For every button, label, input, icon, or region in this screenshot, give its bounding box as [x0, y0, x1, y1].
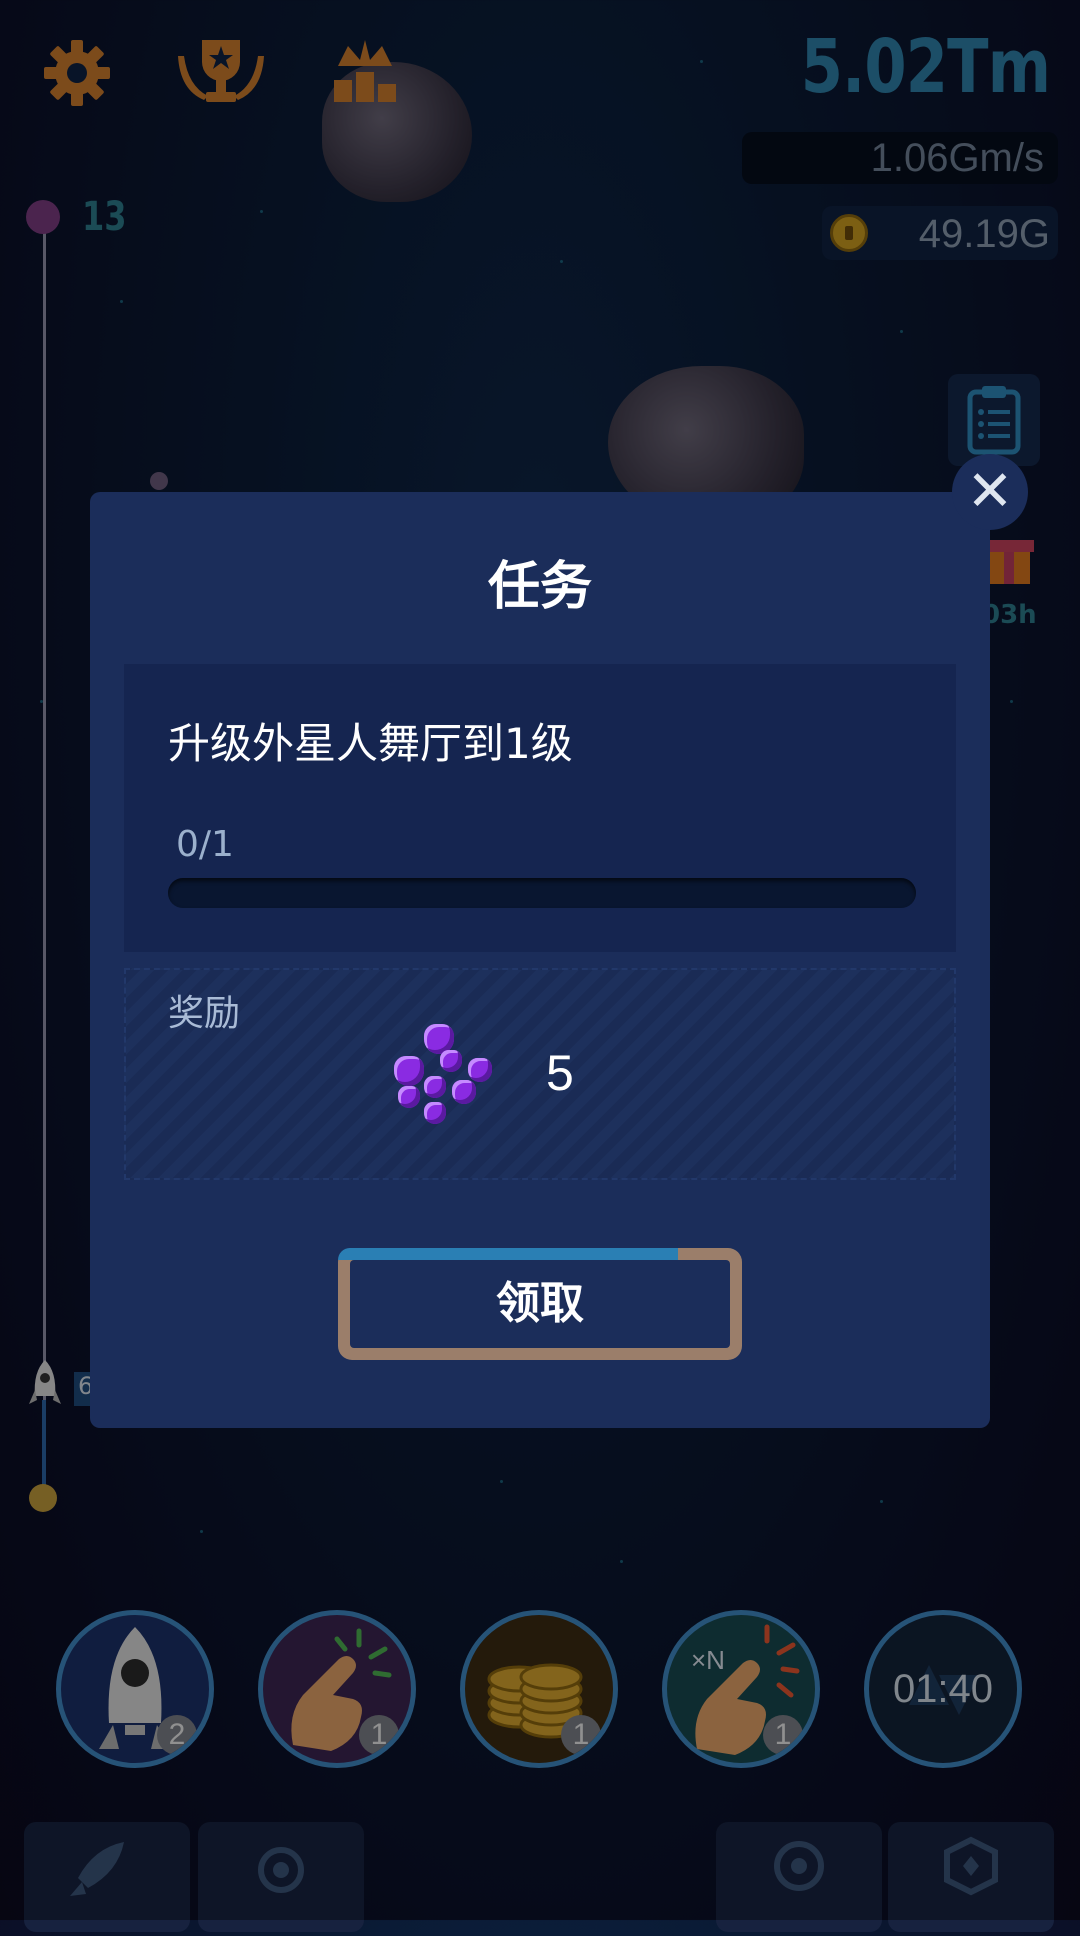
- dialog-title: 任务: [487, 557, 592, 617]
- purple-gems-icon: [388, 1020, 498, 1130]
- reward-amount: 5: [546, 1045, 574, 1101]
- task-progress-text: 0/1: [176, 824, 234, 865]
- claim-label: 领取: [496, 1278, 584, 1329]
- task-panel: 升级外星人舞厅到1级 0/1: [124, 664, 956, 952]
- task-dialog: 任务 升级外星人舞厅到1级 0/1 奖励 5 领取: [90, 492, 990, 1428]
- task-progress-bar: [168, 878, 916, 908]
- close-icon: ✕: [966, 459, 1014, 524]
- reward-panel: 奖励 5: [124, 968, 956, 1180]
- reward-label: 奖励: [168, 993, 241, 1034]
- claim-button[interactable]: 领取: [338, 1248, 742, 1360]
- task-description: 升级外星人舞厅到1级: [168, 719, 573, 768]
- close-button[interactable]: ✕: [952, 454, 1028, 530]
